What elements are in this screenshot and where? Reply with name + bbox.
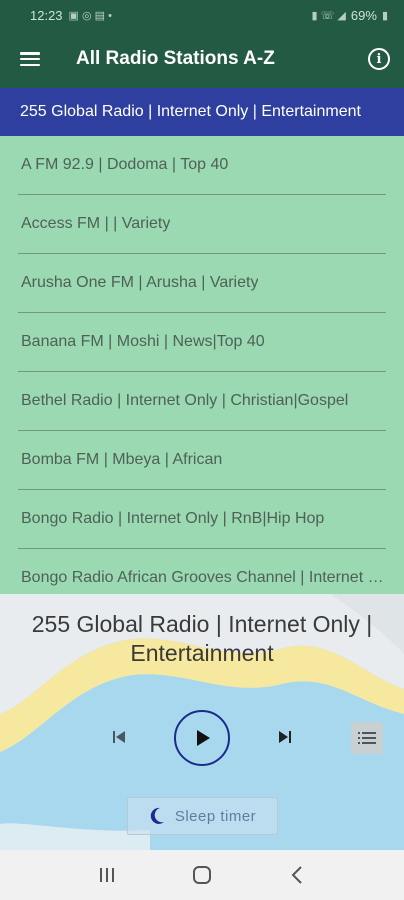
skip-next-icon [279,731,291,743]
next-button[interactable] [270,722,300,752]
player-station-title: 255 Global Radio | Internet Only | Enter… [31,611,373,666]
station-list-item[interactable]: Banana FM | Moshi | News|Top 40 [18,313,386,372]
info-icon[interactable]: i [368,48,390,70]
signal-icons: ▮ ☏ ◢ [311,9,346,22]
play-icon [197,730,210,746]
station-label: Bongo Radio | Internet Only | RnB|Hip Ho… [21,510,325,527]
page-title: All Radio Stations A-Z [76,48,275,69]
station-label: Bongo Radio African Grooves Channel | In… [21,569,386,586]
station-list-item[interactable]: Access FM | | Variety [18,195,386,254]
station-list[interactable]: A FM 92.9 | Dodoma | Top 40 Access FM | … [0,136,404,594]
list-icon [358,732,376,744]
home-icon [192,866,211,884]
recent-apps-button[interactable] [87,855,127,895]
battery-icon: ▮ [381,9,388,22]
sleep-timer-button[interactable]: Sleep timer [127,797,278,835]
moon-icon [150,807,164,824]
station-label: Arusha One FM | Arusha | Variety [21,274,259,291]
app-bar: All Radio Stations A-Z i [0,30,404,88]
hamburger-menu-icon [20,52,40,66]
station-list-item[interactable]: Bomba FM | Mbeya | African [18,431,386,490]
now-playing-banner-text: 255 Global Radio | Internet Only | Enter… [20,103,361,120]
recent-apps-icon [100,868,115,882]
skip-previous-icon [113,731,125,743]
station-label: Banana FM | Moshi | News|Top 40 [21,333,265,350]
home-button[interactable] [182,855,222,895]
back-chevron-icon [291,866,302,884]
player-panel: 255 Global Radio | Internet Only | Enter… [0,594,404,850]
play-button[interactable] [174,710,230,766]
back-button[interactable] [277,855,317,895]
station-label: Bethel Radio | Internet Only | Christian… [21,392,349,409]
station-list-item[interactable]: Arusha One FM | Arusha | Variety [18,254,386,313]
station-list-item[interactable]: Bongo Radio | Internet Only | RnB|Hip Ho… [18,490,386,549]
sleep-timer-label: Sleep timer [174,807,257,825]
station-list-item[interactable]: A FM 92.9 | Dodoma | Top 40 [18,136,386,195]
station-label: Bomba FM | Mbeya | African [21,451,223,468]
station-list-item[interactable]: Bethel Radio | Internet Only | Christian… [18,372,386,431]
notification-icons: ▣ ◎ ▤ • [68,9,112,22]
battery-level: 69% [350,7,377,23]
now-playing-banner[interactable]: 255 Global Radio | Internet Only | Enter… [0,88,404,136]
station-list-item[interactable]: Bongo Radio African Grooves Channel | In… [18,549,386,594]
status-time: 12:23 [30,7,63,23]
status-bar: 12:23 ▣ ◎ ▤ • ▮ ☏ ◢ 69% ▮ [0,0,404,30]
playlist-button[interactable] [351,722,383,754]
station-label: A FM 92.9 | Dodoma | Top 40 [21,156,229,173]
menu-button[interactable] [0,30,60,88]
previous-button[interactable] [104,722,134,752]
system-nav-bar [0,850,404,900]
station-label: Access FM | | Variety [21,215,171,232]
